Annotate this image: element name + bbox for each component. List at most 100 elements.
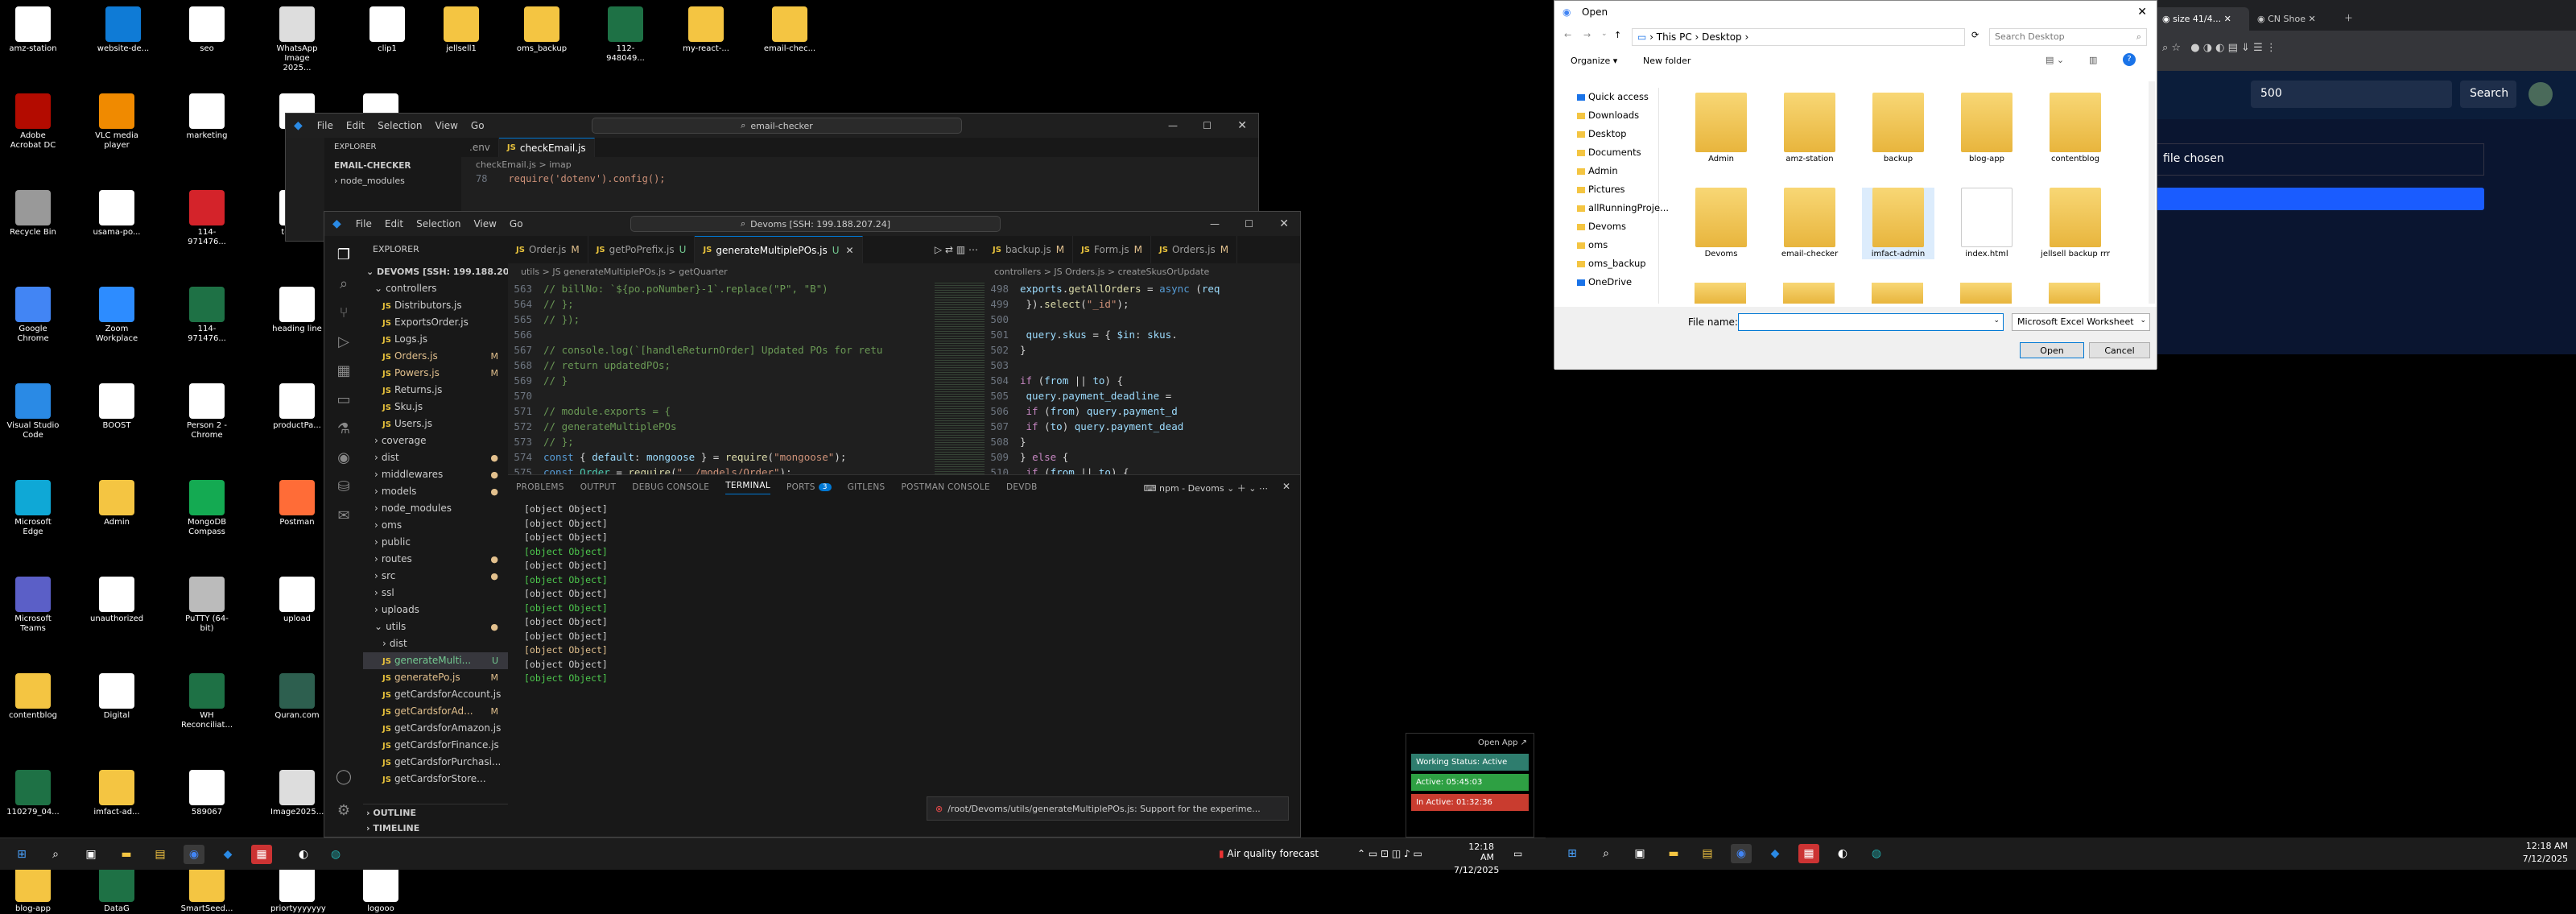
clock-time[interactable]: 12:18 AM: [2523, 841, 2568, 851]
chrome-icon[interactable]: ◉: [1731, 844, 1752, 863]
gear-icon[interactable]: ⚙: [334, 801, 353, 821]
file-explorer-icon[interactable]: ▬: [1663, 844, 1684, 863]
menu-item[interactable]: Go: [510, 218, 523, 230]
desktop-icon[interactable]: BOOST: [90, 383, 143, 431]
vscode-icon[interactable]: ◆: [217, 845, 238, 864]
code-line[interactable]: 572 // generateMultiplePOs: [508, 419, 935, 434]
desktop-icon[interactable]: WH Reconciliat...: [180, 673, 233, 730]
postman-icon[interactable]: ✉: [334, 507, 353, 526]
tree-item[interactable]: JS generateMulti... U: [363, 652, 508, 669]
path-desktop[interactable]: Desktop: [1702, 31, 1742, 43]
tree-item[interactable]: JS getCardsforAmazon.js: [363, 720, 508, 737]
code-line[interactable]: 573 // };: [508, 434, 935, 449]
desktop-icon[interactable]: logooo: [354, 866, 407, 914]
app2-icon[interactable]: ◍: [325, 845, 346, 864]
open-button[interactable]: Open: [2020, 342, 2084, 358]
tree-item[interactable]: JS Orders.js M: [363, 348, 508, 365]
desktop-icon[interactable]: 589067: [180, 770, 233, 817]
open-app-link[interactable]: Open App ↗: [1406, 734, 1534, 752]
file-item[interactable]: index.html: [1951, 188, 2023, 259]
view-icon[interactable]: ▤ ⌄: [2046, 55, 2064, 65]
workspace-root[interactable]: EMAIL-CHECKER: [334, 161, 452, 171]
close-icon[interactable]: ✕: [846, 245, 854, 256]
file-item[interactable]: contentblog: [2039, 93, 2112, 164]
editor-actions[interactable]: ▷ ⇄ ▥ ⋯: [928, 236, 985, 263]
maximize-icon[interactable]: ☐: [1245, 218, 1253, 230]
workspace-root[interactable]: ⌄ DEVOMS [SSH: 199.188.20...: [363, 263, 519, 280]
remote-explorer-icon[interactable]: ▭: [334, 391, 353, 410]
command-center[interactable]: ⌕ email-checker: [592, 118, 962, 134]
desktop-icon[interactable]: productPa...: [270, 383, 324, 431]
editor-tab[interactable]: JS getPoPrefix.js U: [588, 236, 696, 263]
desktop-icon[interactable]: 114-971476...: [180, 190, 233, 247]
app-icon[interactable]: ▦: [1798, 844, 1819, 863]
desktop-icon[interactable]: upload: [270, 577, 324, 624]
tray-icons[interactable]: ⌃ ▭ ⊡ ◫ ♪ ▭: [1357, 848, 1422, 859]
chrome-window[interactable]: ◉ size 41/4... ✕ ◉ CN Shoe ✕ ＋ ⌕ ☆ ● ◑ ◐…: [2154, 0, 2576, 354]
desktop-icon[interactable]: clip1: [361, 6, 414, 54]
preview-pane-icon[interactable]: ▥: [2089, 55, 2097, 65]
tree-item[interactable]: › dist: [363, 635, 508, 652]
refresh-icon[interactable]: ⟳: [1971, 30, 1979, 40]
new-folder-button[interactable]: New folder: [1643, 56, 1690, 66]
desktop-icon[interactable]: Postman: [270, 480, 324, 527]
search-icon[interactable]: ⌕: [1596, 844, 1616, 863]
code-line[interactable]: 569 // }: [508, 373, 935, 388]
nav-item[interactable]: Downloads: [1563, 106, 1658, 125]
tree-item[interactable]: JS Users.js: [363, 416, 508, 432]
desktop-icon[interactable]: Admin: [90, 480, 143, 527]
tree-item[interactable]: › models ●: [363, 483, 508, 500]
editor-right[interactable]: 498 exports.getAllOrders = async (req 499 …: [985, 281, 1300, 474]
desktop-icon[interactable]: 112-948049...: [599, 6, 652, 64]
desktop-icon[interactable]: PuTTY (64-bit): [180, 577, 233, 634]
breadcrumb[interactable]: checkEmail.js > imap: [476, 157, 1258, 173]
code-line[interactable]: 570: [508, 388, 935, 403]
terminal-output[interactable]: [object Object] [object Object] [object Ob…: [508, 502, 1300, 686]
menu-item[interactable]: View: [473, 218, 496, 230]
desktop-icon[interactable]: oms_backup: [515, 6, 568, 54]
search-icon[interactable]: ⌕: [334, 275, 353, 294]
tree-item[interactable]: JS getCardsforStore...: [363, 771, 508, 788]
code-line[interactable]: 566: [508, 327, 935, 342]
desktop-icon[interactable]: heading line: [270, 287, 324, 334]
app2-icon[interactable]: ◍: [1866, 844, 1887, 863]
desktop-icon[interactable]: Visual Studio Code: [6, 383, 60, 440]
help-icon[interactable]: ?: [2123, 53, 2136, 66]
desktop-icon[interactable]: Adobe Acrobat DC: [6, 93, 60, 151]
up-icon[interactable]: ↑: [1614, 30, 1621, 40]
scrollbar[interactable]: [2149, 81, 2155, 304]
desktop-icon[interactable]: Person 2 - Chrome: [180, 383, 233, 440]
panel-tab[interactable]: TERMINAL: [725, 481, 770, 494]
menu-item[interactable]: Selection: [378, 120, 422, 131]
maximize-icon[interactable]: ☐: [1203, 120, 1212, 131]
close-icon[interactable]: ✕: [1279, 217, 1289, 230]
explorer-icon[interactable]: ❐: [334, 246, 353, 265]
code-line[interactable]: 574 const { default: mongoose } = require…: [508, 449, 935, 465]
tab-env[interactable]: .env: [461, 138, 499, 157]
nav-item[interactable]: Desktop: [1563, 125, 1658, 143]
media-icon[interactable]: ◐: [1832, 844, 1853, 863]
editor-tab[interactable]: JS backup.js M: [985, 236, 1074, 263]
code-line[interactable]: 563 // billNo: `${po.poNumber}-1`.replace…: [508, 281, 935, 296]
nav-item[interactable]: oms_backup: [1563, 254, 1658, 273]
file-input[interactable]: file chosen: [2154, 143, 2484, 176]
code-line[interactable]: 503: [985, 358, 1300, 373]
avatar[interactable]: [2529, 82, 2553, 106]
clock-time[interactable]: 12:18 AM: [1454, 842, 1494, 862]
filetype-select[interactable]: Microsoft Excel Worksheet ⌄: [2012, 313, 2150, 331]
media-icon[interactable]: ◐: [293, 845, 314, 864]
start-icon[interactable]: ⊞: [1562, 844, 1583, 863]
desktop-icon[interactable]: Quran.com: [270, 673, 324, 721]
tree-item[interactable]: JS Sku.js: [363, 399, 508, 416]
tree-item[interactable]: › ssl: [363, 585, 508, 602]
file-item[interactable]: jellsell backup rrr: [2039, 188, 2112, 259]
code-line[interactable]: 506 if (from) query.payment_d: [985, 403, 1300, 419]
open-file-dialog[interactable]: ◉ Open ✕ ← → ⌄ ↑ ▭ › This PC › Desktop ›…: [1554, 0, 2157, 370]
organize-button[interactable]: Organize ▾: [1571, 56, 1617, 66]
clock-date[interactable]: 7/12/2025: [1454, 865, 1499, 875]
browser-tab[interactable]: ◉ size 41/4... ✕: [2154, 7, 2249, 31]
file-item[interactable]: imfact-admin: [1862, 188, 1934, 259]
desktop-icon[interactable]: imfact-ad...: [90, 770, 143, 817]
desktop-icon[interactable]: email-chec...: [763, 6, 816, 54]
site-search-input[interactable]: 500: [2251, 81, 2452, 108]
